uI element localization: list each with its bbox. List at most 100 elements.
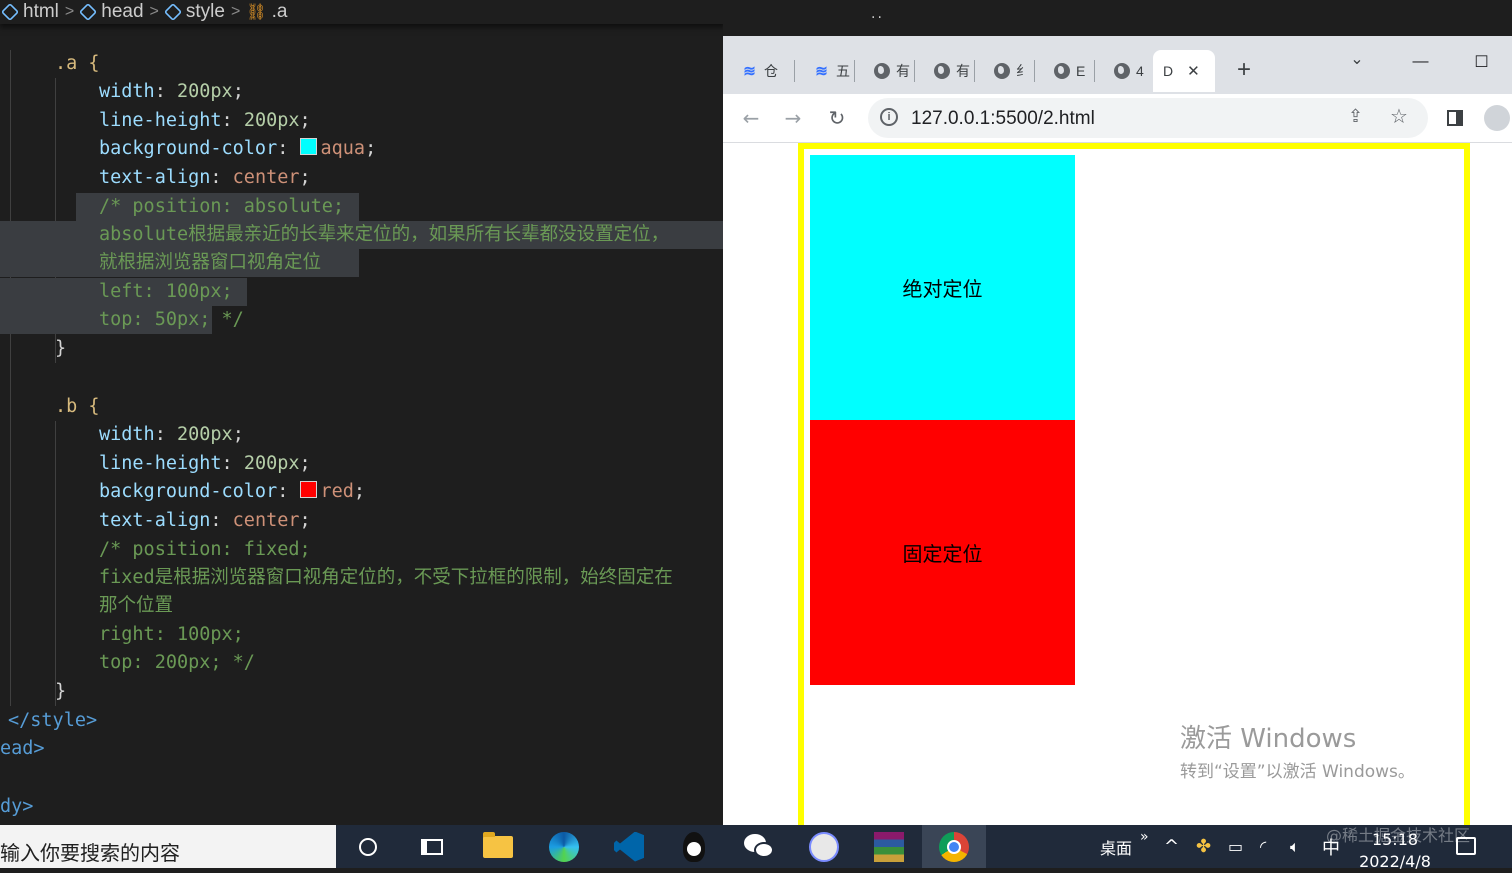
color-swatch[interactable] [299, 481, 317, 498]
window-controls: — ☐ [1390, 42, 1512, 82]
code-line: dy> [0, 796, 34, 817]
toolbar-more-icon[interactable]: » [1140, 815, 1149, 858]
tab-2[interactable]: ≋ 五 [795, 50, 855, 92]
cube-icon [79, 2, 98, 22]
code-line: } [55, 681, 67, 702]
color-swatch[interactable] [299, 138, 317, 155]
tab-7[interactable]: 4 [1095, 50, 1151, 92]
task-view-icon [421, 838, 443, 855]
selector-icon: ⛓ [246, 4, 267, 21]
breadcrumb-item-html[interactable]: html [0, 1, 59, 23]
taskbar-search-input[interactable]: 输入你要搜索的内容 [0, 825, 336, 868]
url-text[interactable]: 127.0.0.1:5500/2.html [911, 108, 1095, 130]
desktop-toolbar[interactable]: 桌面 [1100, 825, 1132, 868]
file-explorer-button[interactable] [470, 825, 526, 868]
code-line: .b { [55, 396, 100, 417]
page-viewport: 绝对定位 固定定位 激活 Windows 转到“设置”以激活 Windows。 [723, 143, 1512, 825]
breadcrumb-item-selector[interactable]: ⛓ .a [246, 1, 287, 23]
code-line: width: 200px; [99, 81, 244, 102]
editor-actions-strip: ·· [723, 0, 910, 36]
new-tab-button[interactable]: + [1230, 56, 1258, 84]
tab-4[interactable]: 有 [915, 50, 975, 92]
maximize-button[interactable]: ☐ [1451, 42, 1512, 82]
minimize-button[interactable]: — [1390, 42, 1451, 82]
code-line: text-align: center; [99, 167, 311, 188]
pinwheel-icon[interactable]: ✤ [1196, 825, 1211, 868]
globe-icon [993, 63, 1010, 79]
browser-window: ≋ 仓 ≋ 五 有 有 纟 E 4 D ✕ + ⌄ — ☐ ← → ↻ i 127.0… [723, 36, 1512, 825]
code-line: width: 200px; [99, 424, 244, 445]
tab-5[interactable]: 纟 [975, 50, 1035, 92]
chrome-button[interactable] [922, 825, 986, 868]
more-actions-icon[interactable]: ·· [871, 10, 884, 26]
code-line: .a { [55, 53, 100, 74]
wechat-icon [744, 833, 774, 860]
breadcrumb-item-style[interactable]: style [163, 1, 225, 23]
address-bar[interactable]: i 127.0.0.1:5500/2.html ⇪ ☆ [868, 98, 1428, 138]
code-comment: 就根据浏览器窗口视角定位 [99, 252, 322, 273]
globe-icon [933, 63, 950, 79]
breadcrumb-item-head[interactable]: head [79, 1, 144, 23]
code-comment: top: 200px; */ [99, 652, 255, 673]
side-panel-icon[interactable] [1441, 104, 1469, 132]
code-comment: top: 50px; */ [99, 309, 244, 330]
edge-button[interactable] [536, 825, 592, 868]
profile-avatar-icon[interactable] [1483, 104, 1511, 132]
chevron-right-icon: > [149, 3, 159, 20]
reload-icon[interactable]: ↻ [823, 104, 851, 132]
vscode-icon [614, 831, 644, 862]
code-comment: absolute根据最亲近的长辈来定位的，如果所有长辈都没设置定位， [99, 224, 670, 245]
code-comment: fixed是根据浏览器窗口视角定位的，不受下拉框的限制，始终固定在 [99, 567, 673, 588]
tab-3[interactable]: 有 [855, 50, 915, 92]
winrar-icon [874, 831, 904, 862]
volume-icon[interactable]: 🔈︎ [1290, 825, 1300, 868]
cortana-icon [359, 837, 377, 856]
cortana-button[interactable] [340, 825, 396, 868]
qq-penguin-icon [683, 831, 705, 862]
avatar-app-button[interactable] [796, 825, 852, 868]
vscode-button[interactable] [601, 825, 657, 868]
qq-button[interactable] [666, 825, 722, 868]
tab-strip: ≋ 仓 ≋ 五 有 有 纟 E 4 D ✕ + ⌄ — ☐ [723, 36, 1512, 94]
chevron-right-icon: > [230, 3, 241, 20]
code-editor[interactable]: html > head > style > ⛓ .a .a { width: 20… [0, 0, 723, 825]
tab-active[interactable]: D ✕ [1153, 50, 1215, 92]
code-line: background-color: aqua; [99, 138, 377, 159]
task-view-button[interactable] [404, 825, 460, 868]
chevron-right-icon: > [64, 3, 75, 20]
face-app-icon [809, 831, 839, 862]
bookmark-star-icon[interactable]: ☆ [1390, 104, 1408, 128]
code-line: } [55, 338, 67, 359]
back-arrow-icon[interactable]: ← [737, 104, 765, 132]
tab-search-chevron-icon[interactable]: ⌄ [1341, 44, 1373, 72]
wifi-icon[interactable]: ◜ [1260, 825, 1266, 868]
indent-guide [10, 50, 11, 706]
windows-activation-notice: 激活 Windows 转到“设置”以激活 Windows。 [1180, 724, 1415, 782]
breadcrumb: html > head > style > ⛓ .a [0, 0, 723, 24]
watermark: @稀土掘金技术社区 [1326, 826, 1471, 845]
forward-arrow-icon[interactable]: → [779, 104, 807, 132]
winrar-button[interactable] [861, 825, 917, 868]
site-info-icon[interactable]: i [880, 108, 898, 126]
lark-icon: ≋ [743, 63, 756, 80]
browser-toolbar: ← → ↻ i 127.0.0.1:5500/2.html ⇪ ☆ [723, 94, 1512, 143]
box-b-fixed: 固定定位 [810, 420, 1075, 685]
chrome-icon [939, 831, 969, 862]
code-line: background-color: red; [99, 481, 366, 502]
code-line: </style> [8, 710, 98, 731]
tray-chevron-up-icon[interactable]: ^ [1164, 825, 1179, 868]
battery-icon[interactable]: ▭ [1228, 825, 1243, 868]
code-line: text-align: center; [99, 510, 311, 531]
globe-icon [1053, 63, 1070, 79]
code-line: line-height: 200px; [99, 110, 311, 131]
code-comment: /* position: absolute; [99, 196, 345, 217]
box-a-absolute: 绝对定位 [810, 155, 1075, 420]
code-comment: right: 100px; [99, 624, 244, 645]
tab-1[interactable]: ≋ 仓 [723, 50, 795, 92]
tab-6[interactable]: E [1035, 50, 1095, 92]
folder-icon [483, 831, 513, 858]
close-tab-icon[interactable]: ✕ [1187, 62, 1200, 80]
taskbar: 输入你要搜索的内容 桌面 » ^ ✤ ▭ ◜ 🔈︎ 中 15:18 2022/4… [0, 825, 1512, 871]
wechat-button[interactable] [731, 825, 787, 868]
share-icon[interactable]: ⇪ [1348, 106, 1363, 127]
